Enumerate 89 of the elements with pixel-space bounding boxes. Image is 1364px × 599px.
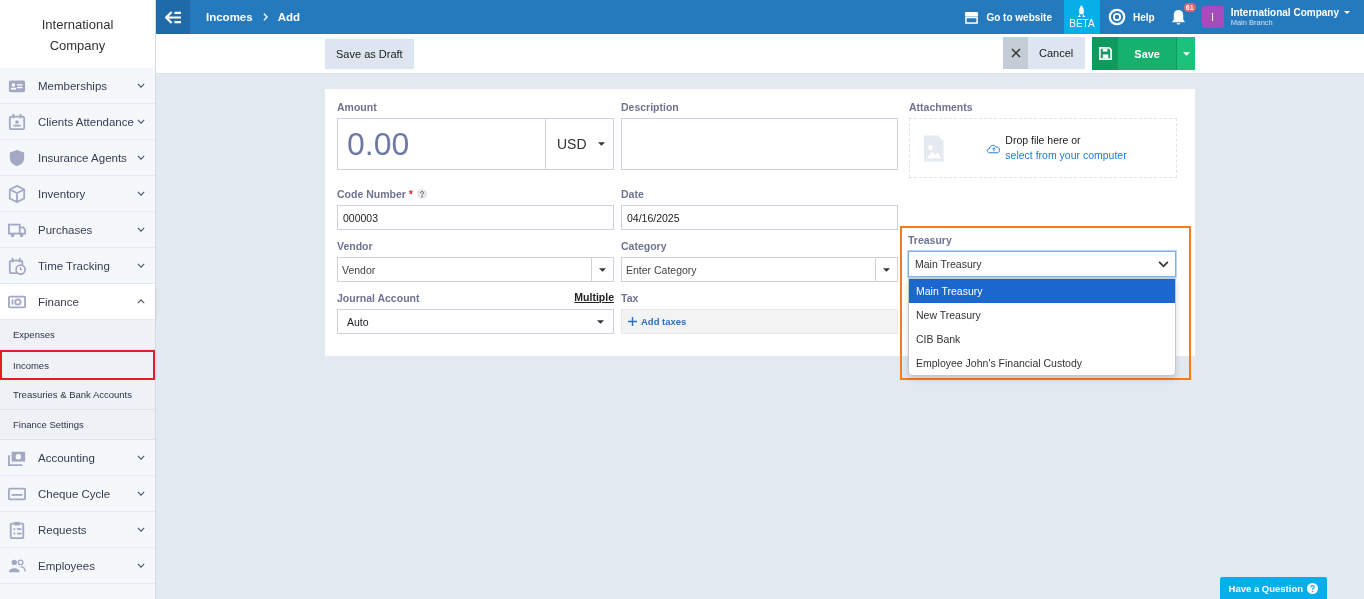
date-field[interactable]: 04/16/2025	[621, 205, 898, 230]
bell-icon	[1170, 8, 1186, 26]
drop-instruction: Drop file here or	[1005, 134, 1081, 146]
chevron-down-icon	[137, 491, 145, 496]
dropdown-option[interactable]: New Treasury	[909, 303, 1175, 327]
sidebar-item[interactable]: Employees	[0, 548, 155, 584]
clipboard-icon	[8, 520, 26, 539]
field-label: Attachments	[909, 100, 974, 113]
box-icon	[8, 184, 26, 203]
rocket-icon	[1077, 5, 1087, 18]
required-mark: *	[408, 187, 413, 200]
calendar-clock-icon	[8, 256, 26, 275]
plus-icon	[628, 317, 637, 326]
journal-account-select[interactable]: Auto	[337, 309, 614, 334]
breadcrumb-link[interactable]: Incomes	[206, 11, 253, 23]
file-drop-zone[interactable]: Drop file here or select from your computer	[909, 118, 1177, 178]
storefront-icon	[964, 10, 980, 24]
code-number-field[interactable]: 000003	[337, 205, 614, 230]
menu-toggle-button[interactable]	[156, 0, 190, 34]
caret-down-icon	[597, 319, 604, 324]
sidebar-item[interactable]: Finance	[0, 284, 155, 320]
dropdown-button[interactable]	[875, 257, 898, 282]
chevron-down-icon	[137, 119, 145, 124]
field-label: Treasury	[908, 233, 953, 246]
sidebar-subitem[interactable]: Incomes	[0, 350, 155, 380]
sidebar-item[interactable]: Accounting	[0, 440, 155, 476]
currency-select[interactable]: USD	[546, 118, 614, 170]
field-label: Tax	[621, 291, 640, 304]
field-label: Date	[621, 187, 645, 200]
sidebar-item[interactable]: Requests	[0, 512, 155, 548]
cancel-button[interactable]: Cancel	[1003, 37, 1086, 69]
sidebar-item[interactable]: Insurance Agents	[0, 140, 155, 176]
account-name[interactable]: International Company	[1230, 7, 1339, 18]
sidebar-subitem[interactable]: Treasuries & Bank Accounts	[0, 380, 155, 410]
go-to-website-link[interactable]: Go to website	[964, 10, 1052, 24]
help-link[interactable]: Help	[1107, 8, 1155, 26]
chevron-down-icon	[137, 155, 145, 160]
description-field[interactable]	[621, 118, 898, 170]
save-draft-button[interactable]: Save as Draft	[325, 38, 414, 69]
field-label: Vendor	[337, 239, 374, 252]
field-label: Code Number *	[337, 187, 614, 200]
avatar[interactable]: I	[1201, 6, 1224, 28]
chevron-down-icon	[137, 191, 145, 196]
close-icon	[1010, 48, 1021, 58]
chevron-down-icon	[137, 563, 145, 568]
chevron-down-icon	[137, 263, 145, 268]
field-label: Category	[621, 239, 668, 252]
caret-down-icon	[1344, 11, 1350, 14]
select-file-link[interactable]: select from your computer	[1005, 149, 1127, 161]
sidebar-item[interactable]: Cheque Cycle	[0, 476, 155, 512]
chevron-down-icon	[137, 227, 145, 232]
people-icon	[8, 556, 26, 575]
caret-down-icon	[599, 267, 606, 272]
collapse-menu-icon	[164, 10, 182, 24]
field-label: Amount	[337, 100, 378, 113]
sidebar-subitem[interactable]: Expenses	[0, 320, 155, 350]
treasury-select[interactable]: Main Treasury	[908, 251, 1176, 277]
dropdown-button[interactable]	[591, 257, 614, 282]
caret-down-icon	[883, 267, 890, 272]
multiple-link[interactable]: Multiple	[574, 291, 614, 303]
chevron-down-icon	[137, 455, 145, 460]
caret-down-icon	[1182, 51, 1190, 56]
chevron-up-icon	[137, 299, 145, 304]
sidebar-subitem[interactable]: Finance Settings	[0, 410, 155, 440]
chevron-down-icon	[1158, 260, 1169, 268]
chevron-down-icon	[137, 83, 145, 88]
lifebuoy-icon	[1107, 8, 1126, 26]
shield-icon	[8, 148, 26, 167]
category-field[interactable]: Enter Category	[621, 257, 875, 282]
dropdown-option[interactable]: CIB Bank	[909, 327, 1175, 351]
sidebar-item[interactable]: Memberships	[0, 68, 155, 104]
sidebar-item[interactable]: Clients Attendance	[0, 104, 155, 140]
vendor-field[interactable]: Vendor	[337, 257, 591, 282]
field-label: Description	[621, 100, 680, 113]
chevron-down-icon	[137, 527, 145, 532]
help-icon	[1307, 582, 1318, 594]
dropdown-option[interactable]: Main Treasury	[909, 279, 1175, 303]
chevron-right-icon	[262, 13, 268, 21]
amount-field[interactable]: 0.00	[337, 118, 546, 170]
calendar-person-icon	[8, 112, 26, 131]
sidebar-item[interactable]: Purchases	[0, 212, 155, 248]
company-name: International Company	[40, 16, 115, 55]
field-label: Journal Account	[337, 291, 420, 304]
sidebar-item[interactable]: Inventory	[0, 176, 155, 212]
dropdown-option[interactable]: Employee John's Financial Custody	[909, 351, 1175, 375]
save-options-button[interactable]	[1176, 37, 1195, 70]
help-icon	[416, 188, 427, 199]
add-taxes-link[interactable]: Add taxes	[628, 316, 687, 327]
caret-down-icon	[598, 142, 605, 146]
